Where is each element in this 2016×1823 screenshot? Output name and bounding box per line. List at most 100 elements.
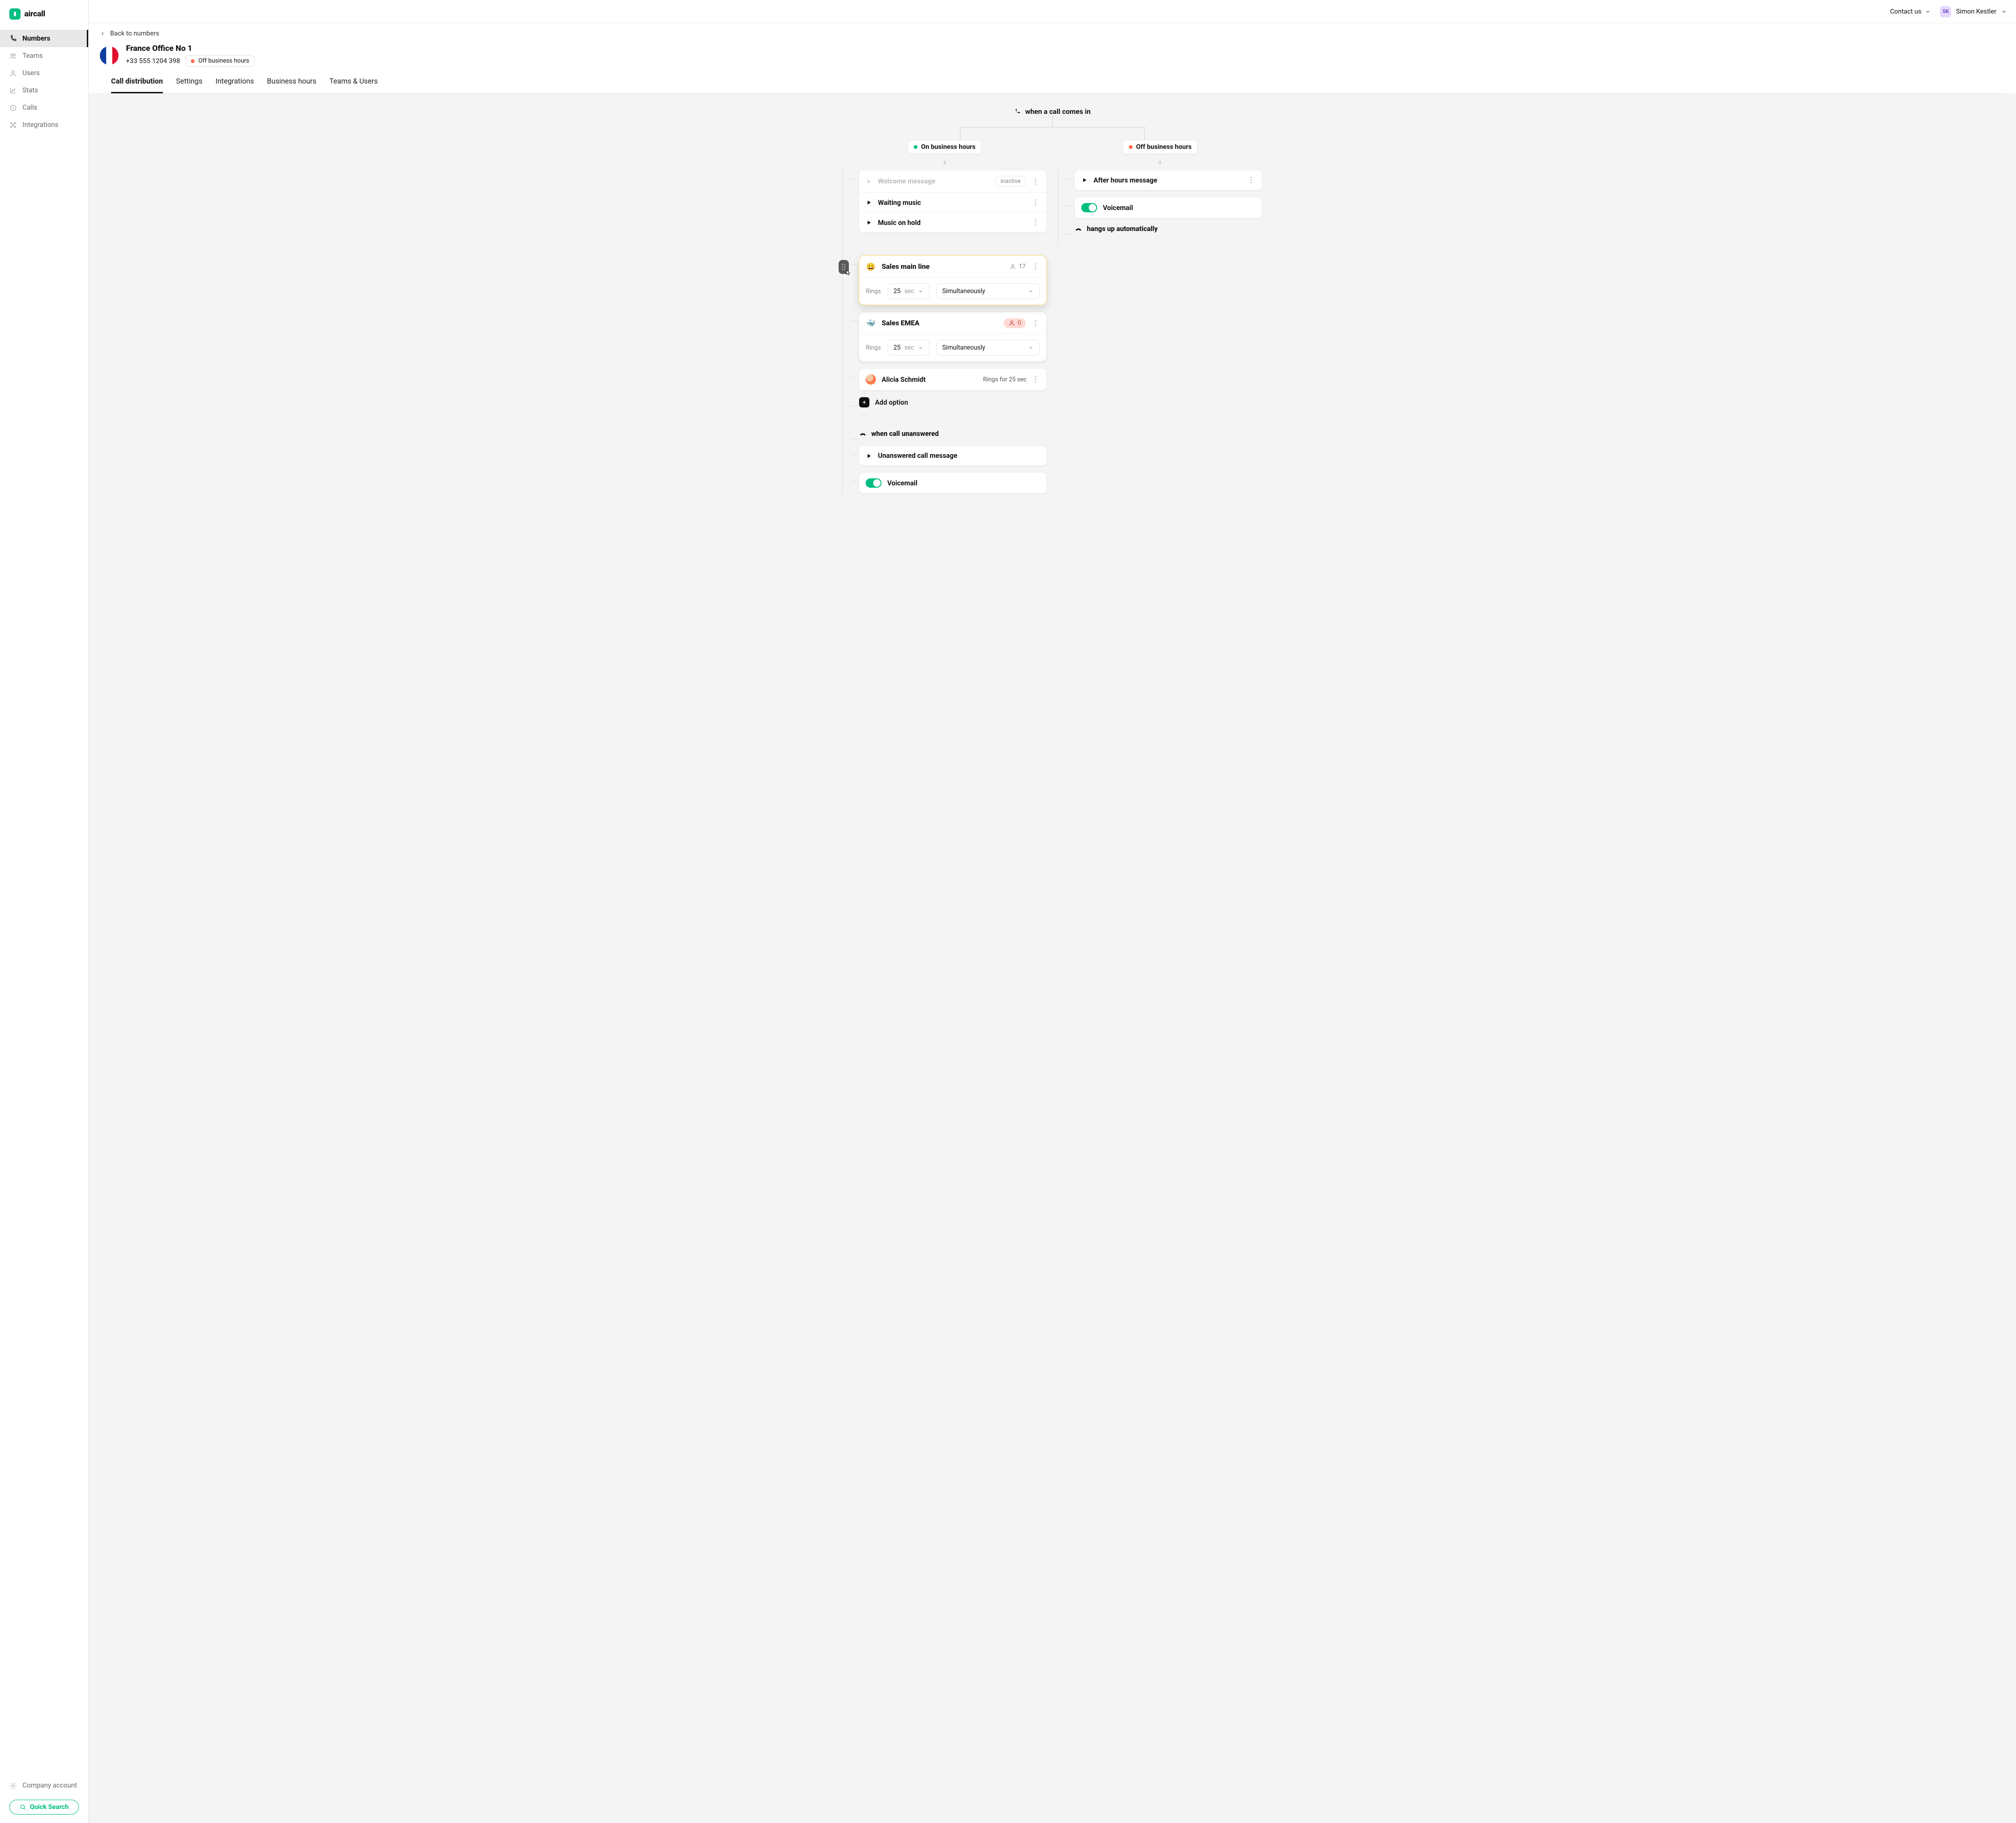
after-hours-card[interactable]: After hours message bbox=[1074, 170, 1262, 190]
phone-icon bbox=[9, 35, 17, 42]
sidebar-item-company[interactable]: Company account bbox=[0, 1777, 88, 1794]
unanswered-heading: when call unanswered bbox=[859, 430, 938, 438]
cursor-icon bbox=[845, 269, 852, 276]
main: Contact us SK Simon Kestler Back to numb… bbox=[89, 0, 2016, 1823]
voicemail-toggle[interactable] bbox=[1081, 203, 1097, 212]
team-card-sales-emea[interactable]: 🐳 Sales EMEA 0 bbox=[859, 312, 1047, 362]
phone-icon bbox=[1014, 108, 1021, 115]
sidebar-label: Integrations bbox=[22, 121, 58, 129]
audio-row-welcome[interactable]: Welcome message inactive bbox=[859, 170, 1046, 192]
chevron-down-icon bbox=[1028, 345, 1034, 351]
mode-select[interactable]: Simultaneously bbox=[936, 283, 1040, 299]
sidebar-item-stats[interactable]: Stats bbox=[0, 82, 88, 99]
voicemail-card[interactable]: Voicemail bbox=[859, 472, 1047, 494]
chevron-down-icon bbox=[1925, 9, 1931, 14]
tabs: Call distribution Settings Integrations … bbox=[100, 67, 2005, 93]
play-icon bbox=[866, 178, 872, 185]
rings-select[interactable]: 25 sec bbox=[888, 283, 930, 299]
team-emoji-icon: 🐳 bbox=[866, 318, 876, 328]
sidebar-label: Teams bbox=[22, 52, 43, 60]
sidebar-item-calls[interactable]: Calls bbox=[0, 99, 88, 116]
topbar: Contact us SK Simon Kestler bbox=[89, 0, 2016, 23]
logo-mark-icon bbox=[9, 8, 21, 20]
page-title: France Office No 1 bbox=[126, 44, 254, 53]
play-icon bbox=[1081, 177, 1088, 183]
mode-select[interactable]: Simultaneously bbox=[936, 340, 1040, 356]
person-card[interactable]: Alicia Schmidt Rings for 25 sec bbox=[859, 368, 1047, 391]
audio-row-waiting[interactable]: Waiting music bbox=[859, 192, 1046, 212]
more-menu[interactable] bbox=[1031, 375, 1040, 384]
chevron-down-icon bbox=[918, 288, 924, 294]
hangup-icon bbox=[1075, 225, 1082, 233]
inactive-chip: inactive bbox=[995, 176, 1026, 187]
chevron-down-icon bbox=[2001, 9, 2007, 14]
user-menu[interactable]: SK Simon Kestler bbox=[1940, 6, 2007, 17]
team-card-sales-main[interactable]: 😀 Sales main line 17 bbox=[859, 255, 1047, 305]
plus-icon bbox=[859, 397, 869, 407]
sidebar-item-integrations[interactable]: Integrations bbox=[0, 116, 88, 133]
tab-integrations[interactable]: Integrations bbox=[216, 77, 254, 93]
page-header: Back to numbers France Office No 1 +33 5… bbox=[89, 23, 2016, 93]
voicemail-card-right[interactable]: Voicemail bbox=[1074, 197, 1262, 218]
user-avatar: SK bbox=[1940, 6, 1951, 17]
team-name: Sales EMEA bbox=[882, 319, 998, 327]
logo-text: aircall bbox=[24, 9, 45, 19]
unanswered-message-card[interactable]: Unanswered call message bbox=[859, 446, 1047, 466]
user-count-zero: 0 bbox=[1004, 318, 1026, 328]
quick-search-label: Quick Search bbox=[30, 1803, 69, 1811]
sidebar-item-numbers[interactable]: Numbers bbox=[0, 30, 88, 47]
branch-off-hours: Off business hours bbox=[1058, 140, 1262, 234]
arrow-down-icon bbox=[842, 159, 1047, 167]
status-dot-icon bbox=[1129, 145, 1133, 149]
sidebar-nav: Numbers Teams Users Stats Calls Integrat… bbox=[0, 29, 88, 133]
team-name: Sales main line bbox=[882, 262, 1004, 271]
play-icon bbox=[866, 453, 872, 459]
chart-icon bbox=[9, 87, 17, 94]
status-text: Off business hours bbox=[198, 57, 249, 64]
add-option-row[interactable]: Add option bbox=[859, 397, 908, 407]
flow-split bbox=[842, 116, 1262, 140]
flag-france-icon bbox=[100, 46, 119, 65]
tab-settings[interactable]: Settings bbox=[176, 77, 203, 93]
chevron-down-icon bbox=[1028, 288, 1034, 294]
phone-number: +33 555 1204 398 bbox=[126, 57, 180, 65]
back-link[interactable]: Back to numbers bbox=[100, 30, 2005, 37]
tab-business-hours[interactable]: Business hours bbox=[267, 77, 316, 93]
team-emoji-icon: 😀 bbox=[866, 261, 876, 272]
more-menu[interactable] bbox=[1247, 176, 1255, 184]
more-menu[interactable] bbox=[1031, 262, 1040, 271]
avatar-icon bbox=[866, 374, 876, 385]
status-badge: Off business hours bbox=[186, 55, 254, 67]
sidebar-label: Users bbox=[22, 69, 40, 77]
more-menu[interactable] bbox=[1031, 177, 1040, 186]
voicemail-toggle[interactable] bbox=[866, 478, 882, 488]
team-icon bbox=[9, 52, 17, 60]
logo[interactable]: aircall bbox=[0, 0, 88, 29]
more-menu[interactable] bbox=[1031, 218, 1040, 227]
quick-search-button[interactable]: Quick Search bbox=[9, 1800, 79, 1815]
more-menu[interactable] bbox=[1031, 198, 1040, 207]
off-hours-pill: Off business hours bbox=[1123, 140, 1198, 154]
back-label: Back to numbers bbox=[110, 30, 159, 37]
gear-icon bbox=[9, 1782, 17, 1789]
hangup-icon bbox=[859, 430, 867, 438]
sidebar-item-teams[interactable]: Teams bbox=[0, 47, 88, 64]
sidebar-label: Stats bbox=[22, 86, 38, 94]
rings-select[interactable]: 25 sec bbox=[888, 340, 930, 356]
status-dot-icon bbox=[191, 59, 195, 63]
tab-call-distribution[interactable]: Call distribution bbox=[111, 77, 163, 93]
more-menu[interactable] bbox=[1031, 319, 1040, 327]
user-icon bbox=[9, 70, 17, 77]
sidebar-label: Calls bbox=[22, 104, 37, 112]
audio-row-hold[interactable]: Music on hold bbox=[859, 212, 1046, 232]
tab-teams-users[interactable]: Teams & Users bbox=[329, 77, 378, 93]
search-icon bbox=[20, 1804, 26, 1810]
rings-label: Rings bbox=[866, 288, 881, 295]
play-icon bbox=[866, 199, 872, 206]
play-icon bbox=[866, 219, 872, 226]
contact-us-menu[interactable]: Contact us bbox=[1890, 8, 1931, 15]
sidebar: aircall Numbers Teams Users Stats Calls bbox=[0, 0, 89, 1823]
sidebar-item-users[interactable]: Users bbox=[0, 64, 88, 82]
chevron-down-icon bbox=[918, 345, 924, 351]
person-rings-text: Rings for 25 sec bbox=[983, 376, 1027, 383]
